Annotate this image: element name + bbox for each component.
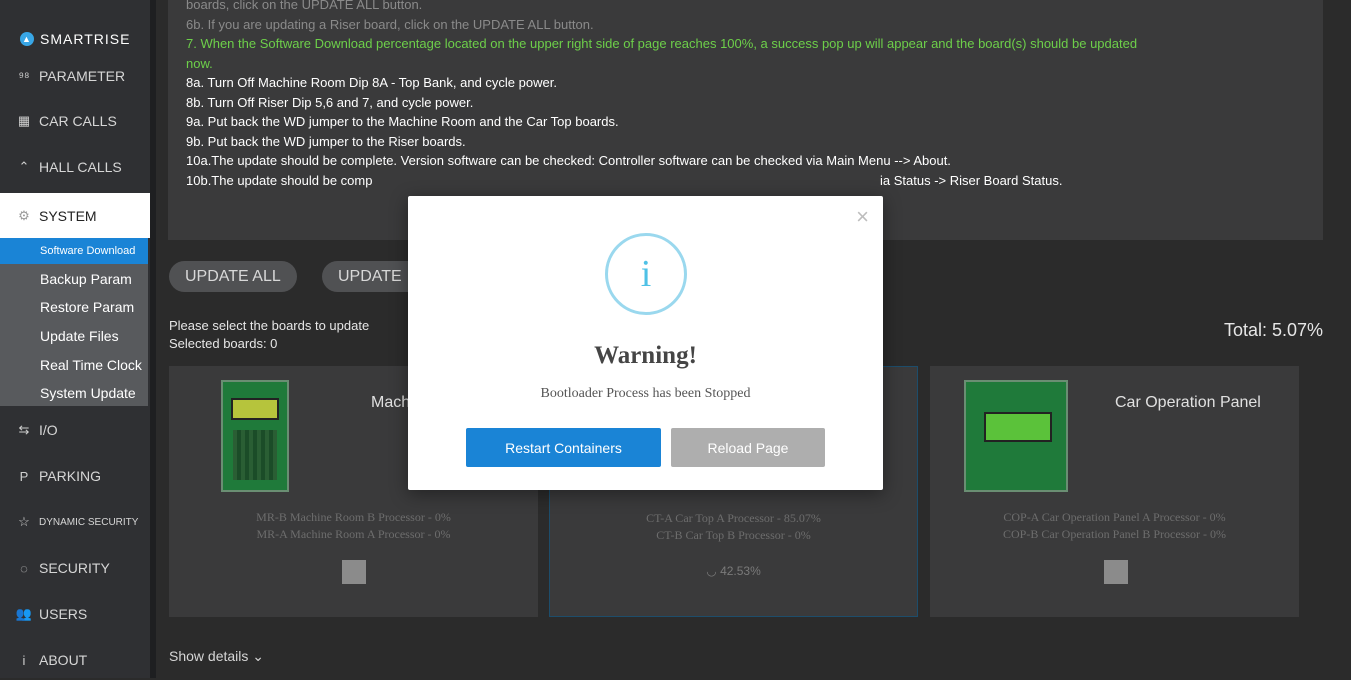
dialog-message: Bootloader Process has been Stopped (540, 386, 751, 401)
restart-containers-button[interactable]: Restart Containers (466, 428, 661, 467)
close-icon[interactable]: × (856, 204, 869, 230)
info-icon: i (605, 233, 687, 315)
reload-page-button[interactable]: Reload Page (671, 428, 825, 467)
modal-overlay: × i Warning! Bootloader Process has been… (0, 0, 1351, 678)
warning-dialog: × i Warning! Bootloader Process has been… (408, 196, 883, 490)
dialog-title: Warning! (594, 342, 697, 369)
info-glyph: i (640, 253, 652, 295)
